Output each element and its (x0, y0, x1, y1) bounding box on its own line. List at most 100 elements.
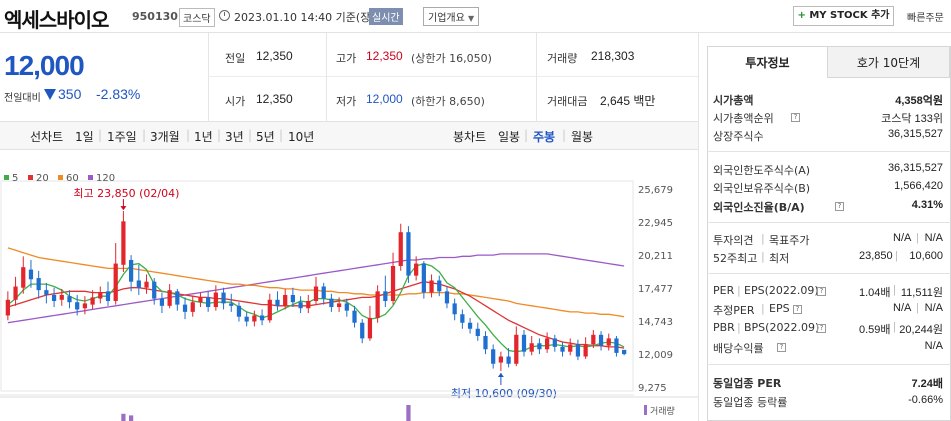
candle (360, 322, 365, 339)
current-price: 12,000 (4, 50, 85, 81)
candle (283, 294, 288, 306)
stock-name: 엑세스바이오 (4, 8, 109, 32)
market-cap-row: 시가총액 4,358억원 (713, 92, 943, 109)
separator: | (761, 250, 765, 263)
tab-1y[interactable]: 1년 (194, 128, 213, 145)
candle (121, 221, 126, 265)
upper-limit: (상한가 16,050) (411, 52, 492, 65)
help-icon[interactable]: ? (791, 113, 800, 122)
ma-legend-label: 60 (66, 173, 79, 184)
candle (344, 303, 349, 311)
shares-label: 상장주식수 (713, 130, 764, 143)
add-mystock-button[interactable]: + MY STOCK 추가 (793, 6, 894, 26)
week52-high-label: 52주최고 (713, 252, 758, 265)
foreign-ratio-row: 외국인소진율(B/A) ? 4.31% (713, 199, 943, 216)
tab-separator: | (248, 128, 253, 142)
candle (575, 344, 581, 357)
candle (498, 356, 504, 363)
realtime-badge[interactable]: 실시간 (369, 8, 403, 25)
y-tick-label: 14,743 (638, 317, 673, 328)
pbr-label: PBR (713, 321, 735, 334)
candle (552, 338, 557, 347)
pbr-value: 0.59배 (859, 324, 891, 336)
ma-legend-swatch (28, 175, 33, 180)
foreign-hold-value: 1,566,420 (894, 180, 943, 192)
tab-3m[interactable]: 3개월 (150, 128, 180, 145)
candle (306, 300, 311, 309)
candle (290, 294, 296, 303)
open-value: 12,350 (256, 92, 293, 106)
candle (514, 334, 519, 364)
tab-5y[interactable]: 5년 (256, 128, 275, 145)
ma-legend-swatch (88, 175, 93, 180)
down-arrow-icon (120, 206, 127, 211)
candle (44, 290, 49, 295)
low-value: 12,000 (366, 92, 403, 106)
line-chart-label: 선차트 (30, 130, 64, 144)
tab-weekly[interactable]: 주봉 (533, 128, 555, 145)
chevron-down-icon: ▼ (468, 14, 475, 23)
separator: | (893, 321, 896, 333)
tab-1d[interactable]: 1일 (75, 128, 94, 145)
company-overview-dropdown[interactable]: 기업개요 ▼ (423, 7, 480, 26)
tab-order-book[interactable]: 호가 10단계 (827, 46, 950, 78)
ma-legend-label: 5 (12, 173, 18, 184)
candle-chart-label: 봉차트 (453, 130, 487, 144)
sector-change-row: 동일업종 등락률 -0.66% (713, 394, 943, 411)
candle (36, 278, 41, 291)
volume-value: 218,303 (591, 49, 635, 63)
help-icon[interactable]: ? (817, 324, 826, 333)
candle (128, 259, 134, 282)
volume-label: 거래량 (547, 52, 578, 65)
candle (198, 297, 203, 303)
candle (144, 281, 149, 288)
opinion-row: 투자의견 | 목표주가 N/A | N/A (713, 232, 943, 249)
help-icon[interactable]: ? (817, 287, 826, 296)
divider (208, 33, 209, 121)
low-annotation: 최저 10,600 (09/30) (451, 387, 557, 400)
eps-label: EPS(2022.09) (744, 284, 819, 297)
candle (591, 334, 596, 345)
candle (390, 265, 396, 301)
week52-low-value: 10,600 (909, 250, 943, 262)
candlestick-chart: 5 20 60 120 25,679 22,945 20,211 17,477 14,743 12… (0, 173, 698, 421)
week52-low-label: 최저 (769, 252, 790, 265)
help-icon[interactable]: ? (793, 305, 802, 314)
divider (536, 33, 537, 121)
chart-period-tabs (0, 121, 698, 150)
y-tick-label: 12,009 (638, 350, 673, 361)
tab-daily[interactable]: 일봉 (498, 128, 520, 145)
candle (614, 338, 619, 353)
candle (229, 303, 234, 306)
candle (429, 280, 434, 293)
tab-1w[interactable]: 1주일 (107, 128, 137, 145)
y-tick-label: 17,477 (638, 284, 673, 295)
prev-close-value: 12,350 (256, 49, 293, 63)
quick-order-link[interactable]: 빠른주문 (907, 9, 944, 24)
opinion-label: 투자의견 (713, 234, 754, 247)
market-cap-label: 시가총액 (713, 94, 754, 107)
foreign-ratio-label: 외국인소진율(B/A) (713, 201, 805, 214)
help-icon[interactable]: ? (777, 343, 786, 352)
separator: | (895, 250, 898, 262)
tab-investment-info[interactable]: 투자정보 (707, 46, 828, 78)
divider (326, 33, 327, 121)
candle (483, 336, 488, 350)
ma-legend-label: 20 (36, 173, 49, 184)
tab-3y[interactable]: 3년 (225, 128, 244, 145)
candle (159, 298, 165, 306)
help-icon[interactable]: ? (835, 202, 844, 211)
candle (182, 304, 188, 312)
candle (521, 334, 527, 352)
shares-row: 상장주식수 36,315,527 (713, 128, 943, 145)
per-row: PER | EPS(2022.09) ? 1.04배 | 11,511원 (713, 284, 943, 301)
tab-monthly[interactable]: 월봉 (571, 128, 593, 145)
up-arrow-icon (497, 373, 504, 378)
tab-separator: | (217, 128, 222, 142)
tab-10y[interactable]: 10년 (288, 128, 314, 145)
open-label: 시가 (225, 95, 246, 108)
tab-separator: | (279, 128, 284, 142)
company-overview-label: 기업개요 (428, 13, 465, 24)
tab-separator: | (142, 128, 147, 142)
foreign-limit-label: 외국인한도주식수(A) (713, 164, 811, 177)
